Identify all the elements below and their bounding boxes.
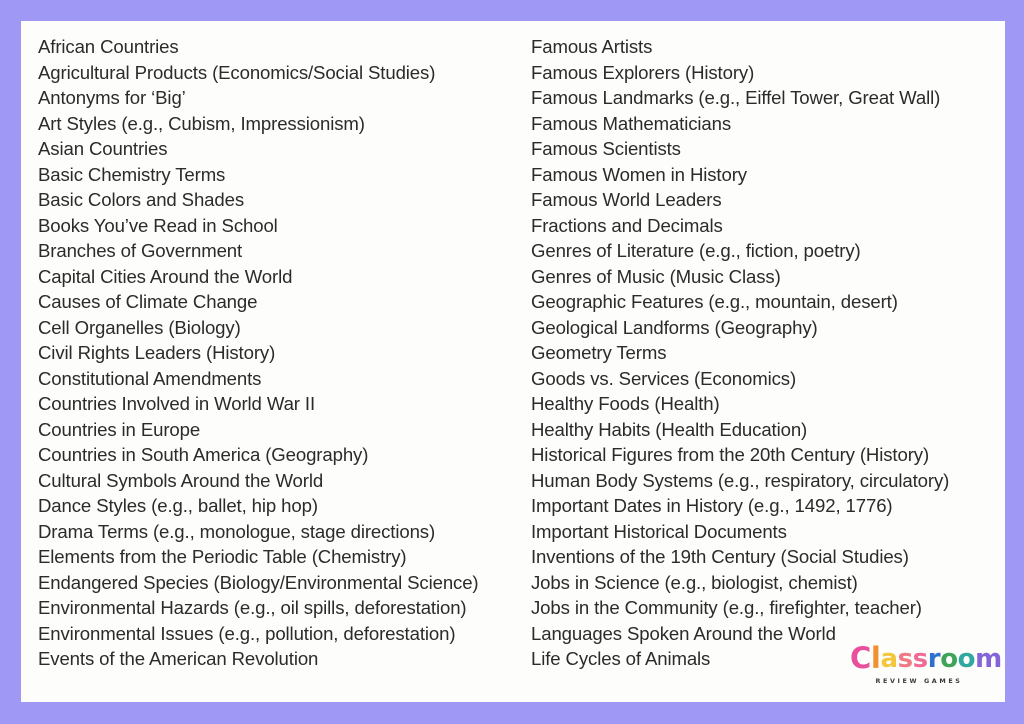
topic-item: Languages Spoken Around the World (531, 622, 836, 644)
topic-item: African Countries (38, 36, 179, 57)
topic-item: Genres of Music (Music Class) (531, 265, 781, 287)
topic-item: Historical Figures from the 20th Century… (531, 444, 930, 465)
topic-columns: African Countries Agricultural Products (… (21, 21, 1005, 702)
topic-item: Countries in South America (Geography) (38, 444, 369, 465)
topic-item: Countries in Europe (38, 418, 201, 440)
topic-item: Jobs in the Community (e.g., firefighter… (531, 597, 922, 618)
logo-letter: r (927, 644, 941, 674)
topic-item: Books You’ve Read in School (38, 214, 278, 236)
topic-item: Constitutional Amendments (38, 367, 262, 389)
topic-item: Asian Countries (38, 138, 168, 159)
topic-item: Famous Artists (531, 36, 653, 57)
topic-item: Genres of Literature (e.g., fiction, poe… (531, 240, 861, 261)
topic-item: Art Styles (e.g., Cubism, Impressionism) (38, 112, 365, 134)
logo-letter: m (975, 644, 1002, 674)
topic-item: Cultural Symbols Around the World (38, 469, 324, 491)
topic-item: Geographic Features (e.g., mountain, des… (531, 291, 898, 312)
topic-item: Important Historical Documents (531, 520, 787, 542)
content-card: African Countries Agricultural Products (… (21, 21, 1005, 702)
topic-item: Jobs in Science (e.g., biologist, chemis… (531, 571, 858, 593)
logo-letter: s (912, 644, 928, 674)
logo-letter: a (880, 644, 898, 674)
topic-item: Elements from the Periodic Table (Chemis… (38, 546, 407, 567)
logo-letter: s (897, 644, 913, 674)
topic-item: Environmental Hazards (e.g., oil spills,… (38, 597, 467, 618)
topic-item: Environmental Issues (e.g., pollution, d… (38, 622, 456, 644)
topic-item: Goods vs. Services (Economics) (531, 367, 797, 389)
topic-item: Causes of Climate Change (38, 291, 258, 312)
topic-item: Inventions of the 19th Century (Social S… (531, 546, 909, 567)
topic-item: Dance Styles (e.g., ballet, hip hop) (38, 495, 318, 516)
topic-column-left: African Countries Agricultural Products (… (21, 21, 531, 702)
topic-item: Famous World Leaders (531, 189, 722, 210)
topic-item: Agricultural Products (Economics/Social … (38, 61, 436, 83)
poster-frame: African Countries Agricultural Products (… (0, 0, 1024, 724)
topic-item: Famous Landmarks (e.g., Eiffel Tower, Gr… (531, 87, 941, 108)
topic-column-right: Famous Artists Famous Explorers (History)… (531, 21, 1005, 702)
topic-item: Fractions and Decimals (531, 214, 723, 236)
logo-letter: C (850, 641, 871, 675)
logo-letter: o (940, 644, 958, 674)
logo-wordmark: Classroom (850, 641, 1002, 675)
topic-item: Branches of Government (38, 240, 243, 261)
topic-item: Human Body Systems (e.g., respiratory, c… (531, 469, 950, 491)
topic-item: Drama Terms (e.g., monologue, stage dire… (38, 520, 436, 542)
topic-item: Important Dates in History (e.g., 1492, … (531, 495, 893, 516)
logo-letter: l (870, 641, 881, 675)
logo-tagline: REVIEW GAMES (875, 677, 963, 685)
topic-item: Basic Colors and Shades (38, 189, 245, 210)
topic-item: Healthy Habits (Health Education) (531, 418, 808, 440)
topic-item: Famous Explorers (History) (531, 61, 755, 83)
classroom-review-games-logo: Classroom REVIEW GAMES (850, 641, 1002, 686)
topic-item: Capital Cities Around the World (38, 265, 293, 287)
topic-item: Healthy Foods (Health) (531, 393, 720, 414)
topic-item: Famous Mathematicians (531, 112, 732, 134)
topic-item: Civil Rights Leaders (History) (38, 342, 276, 363)
logo-letter: o (957, 644, 976, 674)
topic-item: Basic Chemistry Terms (38, 163, 226, 185)
topic-item: Geological Landforms (Geography) (531, 316, 818, 338)
topic-item: Antonyms for ‘Big’ (38, 87, 186, 108)
topic-item: Geometry Terms (531, 342, 667, 363)
topic-item: Events of the American Revolution (38, 648, 319, 669)
topic-item: Countries Involved in World War II (38, 393, 315, 414)
topic-item: Famous Women in History (531, 163, 747, 185)
topic-item: Endangered Species (Biology/Environmenta… (38, 571, 479, 593)
topic-item: Cell Organelles (Biology) (38, 316, 241, 338)
topic-item: Famous Scientists (531, 138, 681, 159)
